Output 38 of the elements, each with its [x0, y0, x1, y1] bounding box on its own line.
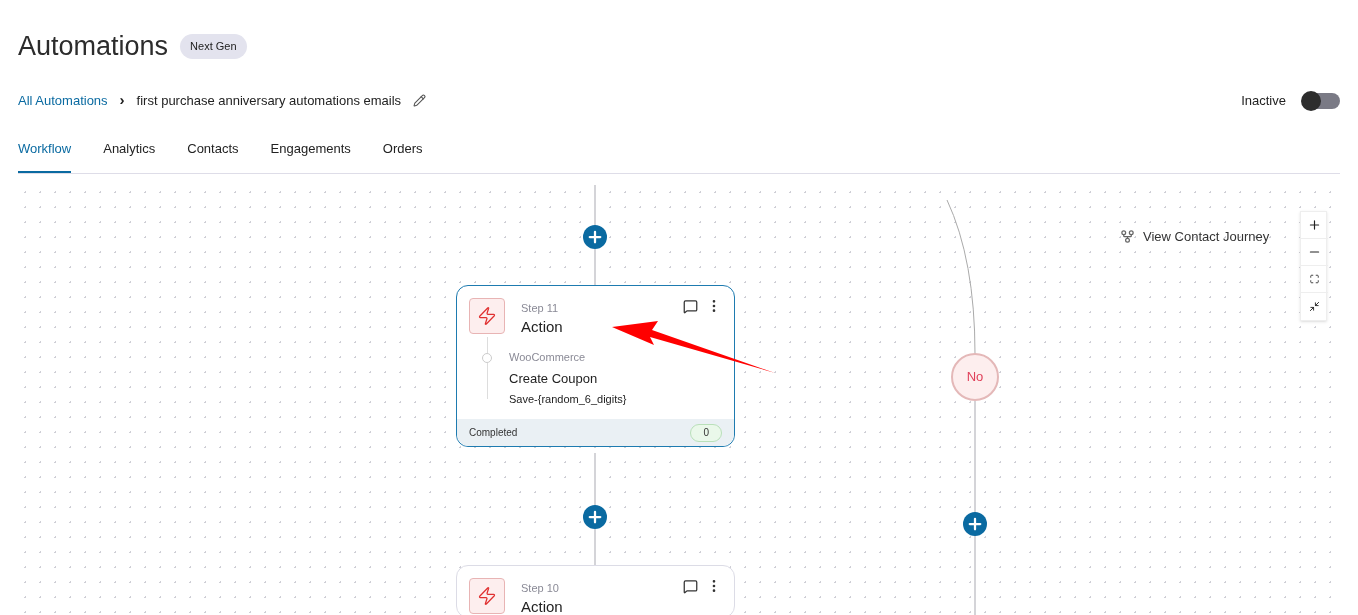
add-step-button[interactable]: [963, 512, 987, 536]
action-detail: Save-{random_6_digits}: [509, 391, 627, 407]
tab[interactable]: Engagements: [270, 138, 351, 173]
tab[interactable]: Orders: [382, 138, 423, 173]
step-type: Action: [521, 596, 563, 615]
step-card[interactable]: Step 11 Action WooCommerce Create Coupon Save-{random_6_digits} Completed 0: [456, 285, 735, 447]
tab[interactable]: Analytics: [103, 138, 156, 173]
fork-icon: [1120, 229, 1135, 245]
action-name: Create Coupon: [509, 370, 599, 388]
status-toggle[interactable]: [1302, 92, 1340, 109]
tab[interactable]: Contacts: [187, 138, 239, 173]
status-text: Completed: [469, 426, 518, 440]
app-name: WooCommerce: [509, 349, 587, 365]
automation-name: first purchase anniversary automations emails: [136, 91, 402, 110]
lightning-icon: [469, 298, 505, 334]
step-card[interactable]: Step 10 Action: [456, 565, 735, 615]
step-number: Step 10: [521, 581, 560, 596]
tab[interactable]: Workflow: [18, 138, 72, 173]
next-gen-badge: Next Gen: [180, 34, 247, 59]
view-contact-journey-link[interactable]: View Contact Journey: [1120, 227, 1270, 247]
lightning-icon: [469, 578, 505, 614]
journey-label: View Contact Journey: [1143, 228, 1270, 246]
comment-icon[interactable]: [683, 578, 698, 594]
edit-icon[interactable]: [413, 94, 427, 107]
add-step-button[interactable]: [583, 505, 607, 529]
comment-icon[interactable]: [683, 298, 698, 314]
page-title: Automations: [18, 30, 169, 63]
status-label: Inactive: [1241, 91, 1286, 110]
breadcrumb-separator: ›: [119, 90, 125, 111]
plus-icon: [586, 508, 604, 526]
plus-icon: [966, 515, 984, 533]
branch-label: No: [951, 353, 999, 401]
count-badge: 0: [690, 423, 722, 442]
all-automations-link[interactable]: All Automations: [18, 90, 108, 111]
step-number: Step 11: [521, 301, 560, 316]
step-type: Action: [521, 316, 563, 337]
plus-icon: [586, 228, 604, 246]
add-step-button[interactable]: [583, 225, 607, 249]
